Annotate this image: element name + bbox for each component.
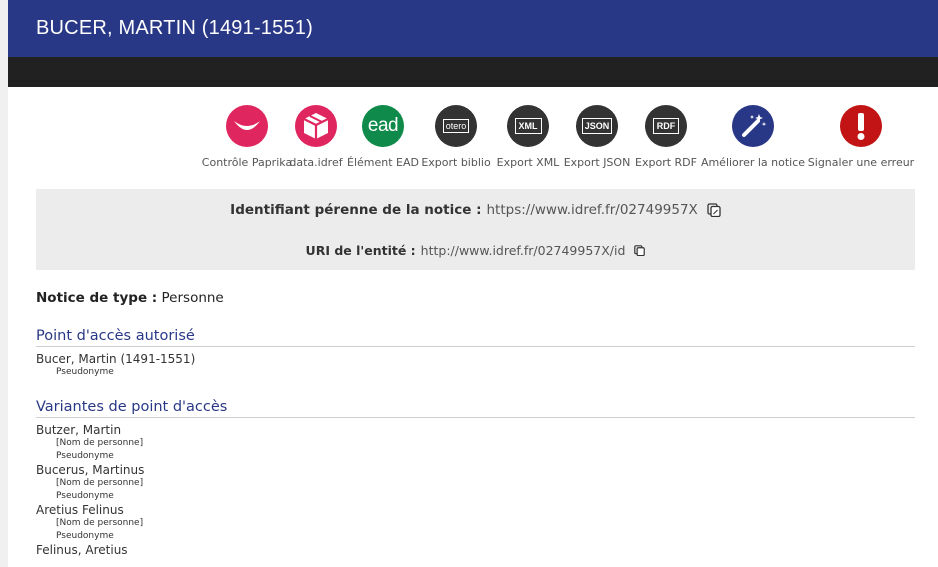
authorized-note: Pseudonyme — [56, 367, 114, 377]
copy-icon[interactable] — [707, 203, 721, 217]
variant-name: Aretius Felinus — [36, 503, 124, 517]
variant-note: Pseudonyme — [56, 491, 114, 501]
variant-kind: [Nom de personne] — [56, 478, 144, 488]
notice-content: Notice de type : Personne Point d'accès … — [36, 290, 915, 557]
variant-note: Pseudonyme — [56, 451, 114, 461]
action-label: Export RDF — [635, 156, 697, 169]
title-bar: BUCER, MARTIN (1491-1551) — [8, 0, 938, 57]
variant-kind: [Nom de personne] — [56, 518, 144, 528]
menu-bar — [8, 57, 938, 87]
variant-name: Butzer, Martin — [36, 423, 122, 437]
permanent-id-value[interactable]: https://www.idref.fr/02749957X — [486, 202, 697, 218]
json-icon-text: JSON — [581, 118, 613, 134]
page-title: BUCER, MARTIN (1491-1551) — [36, 17, 313, 39]
variant-name: Bucerus, Martinus — [36, 463, 145, 477]
action-toolbar: Contrôle Paprika data.idref ead Élément … — [8, 105, 938, 175]
authorized-name: Bucer, Martin (1491-1551) — [36, 352, 196, 366]
variants-title: Variantes de point d'accès — [36, 399, 915, 418]
uri-label: URI de l'entité : — [305, 243, 416, 258]
authorized-access-title: Point d'accès autorisé — [36, 328, 915, 347]
alert-icon — [840, 105, 882, 147]
rdf-export-icon: RDF — [645, 105, 687, 147]
action-label: Signaler une erreur — [807, 156, 915, 169]
ead-icon: ead — [362, 105, 404, 147]
zotero-icon-text: otero — [442, 119, 470, 133]
rdf-icon-text: RDF — [652, 118, 680, 134]
xml-icon-text: XML — [514, 118, 542, 134]
uri-value[interactable]: http://www.idref.fr/02749957X/id — [421, 243, 626, 258]
variant-kind: [Nom de personne] — [56, 438, 144, 448]
zotero-icon: otero — [435, 105, 477, 147]
variant-name: Felinus, Aretius — [36, 543, 128, 557]
improve-notice-button[interactable]: Améliorer la notice — [698, 105, 808, 169]
page: BUCER, MARTIN (1491-1551) Contrôle Papri… — [8, 0, 938, 567]
identifier-box: Identifiant pérenne de la notice : https… — [36, 189, 915, 270]
notice-type-label: Notice de type : — [36, 290, 158, 306]
permanent-id-row: Identifiant pérenne de la notice : https… — [36, 202, 915, 218]
permanent-id-label: Identifiant pérenne de la notice : — [230, 202, 482, 218]
ead-icon-text: ead — [367, 115, 399, 136]
notice-type: Notice de type : Personne — [36, 290, 915, 306]
copy-icon[interactable] — [634, 245, 646, 256]
report-error-button[interactable]: Signaler une erreur — [806, 105, 916, 169]
uri-row: URI de l'entité : http://www.idref.fr/02… — [36, 243, 915, 258]
variant-note: Pseudonyme — [56, 531, 114, 541]
magic-wand-icon — [732, 105, 774, 147]
notice-type-value: Personne — [161, 290, 224, 306]
action-label: Améliorer la notice — [700, 156, 806, 169]
